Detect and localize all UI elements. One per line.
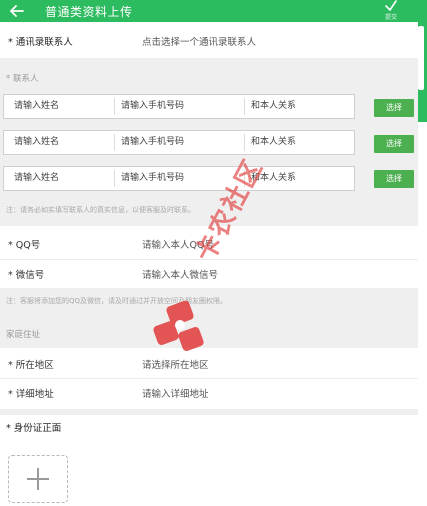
region-picker[interactable]: 请选择所在地区 xyxy=(142,357,209,371)
contact-phone-input[interactable]: 请输入手机号码 xyxy=(121,167,184,190)
contact-input-row-3: 请输入姓名 请输入手机号码 和本人关系 xyxy=(3,166,355,191)
divider xyxy=(114,98,115,115)
submit-label: 提交 xyxy=(384,14,397,21)
side-scroll-thumb[interactable] xyxy=(418,26,424,90)
app-header: 普通类资料上传 提交 xyxy=(0,0,427,22)
contact-name-input[interactable]: 请输入姓名 xyxy=(14,167,59,190)
contacts-section-title: * 联系人 xyxy=(6,74,39,84)
contact-relation-input[interactable]: 和本人关系 xyxy=(251,95,296,118)
address-row: * 详细地址 请输入详细地址 xyxy=(0,379,418,409)
contact-relation-input[interactable]: 和本人关系 xyxy=(251,131,296,154)
qq-label: * QQ号 xyxy=(8,240,41,251)
select-contact-button[interactable]: 选择 xyxy=(374,170,414,188)
divider xyxy=(114,134,115,151)
contact-picker-row[interactable]: * 通讯录联系人 点击选择一个通讯录联系人 xyxy=(0,22,418,58)
contact-relation-input[interactable]: 和本人关系 xyxy=(251,167,296,190)
address-input[interactable]: 请输入详细地址 xyxy=(142,386,209,400)
wechat-input[interactable]: 请输入本人微信号 xyxy=(142,267,218,281)
arrow-left-icon xyxy=(10,5,24,17)
divider xyxy=(244,134,245,151)
divider xyxy=(244,170,245,187)
divider xyxy=(244,98,245,115)
address-label: * 详细地址 xyxy=(8,389,54,400)
back-button[interactable] xyxy=(8,0,26,22)
select-contact-button[interactable]: 选择 xyxy=(374,135,414,153)
contact-phone-input[interactable]: 请输入手机号码 xyxy=(121,131,184,154)
page-title: 普通类资料上传 xyxy=(45,5,133,19)
wechat-label: * 微信号 xyxy=(8,270,45,281)
check-icon xyxy=(385,0,397,12)
submit-button[interactable]: 提交 xyxy=(375,0,407,22)
region-row[interactable]: * 所在地区 请选择所在地区 xyxy=(0,348,418,378)
qq-input[interactable]: 请输入本人QQ号 xyxy=(142,237,214,251)
select-contact-button[interactable]: 选择 xyxy=(374,99,414,117)
contact-picker-label: * 通讯录联系人 xyxy=(8,37,73,48)
qq-row: * QQ号 请输入本人QQ号 xyxy=(0,226,418,260)
contact-picker-value[interactable]: 点击选择一个通讯录联系人 xyxy=(142,34,256,48)
contacts-note: 注：请务必如实填写联系人的真实信息，以便客服及时联系。 xyxy=(6,206,195,214)
divider xyxy=(114,170,115,187)
contact-input-row-2: 请输入姓名 请输入手机号码 和本人关系 xyxy=(3,130,355,155)
social-note: 注：客服将添加您的QQ及微信，请及时通过并开放空间及朋友圈权限。 xyxy=(6,297,228,305)
plus-icon xyxy=(27,468,49,490)
id-card-label: * 身份证正面 xyxy=(6,423,62,434)
contact-name-input[interactable]: 请输入姓名 xyxy=(14,131,59,154)
contact-phone-input[interactable]: 请输入手机号码 xyxy=(121,95,184,118)
wechat-row: * 微信号 请输入本人微信号 xyxy=(0,260,418,288)
contact-name-input[interactable]: 请输入姓名 xyxy=(14,95,59,118)
region-label: * 所在地区 xyxy=(8,360,54,371)
address-section-title: 家庭住址 xyxy=(6,330,41,340)
id-card-upload-button[interactable] xyxy=(8,455,68,503)
contact-input-row-1: 请输入姓名 请输入手机号码 和本人关系 xyxy=(3,94,355,119)
